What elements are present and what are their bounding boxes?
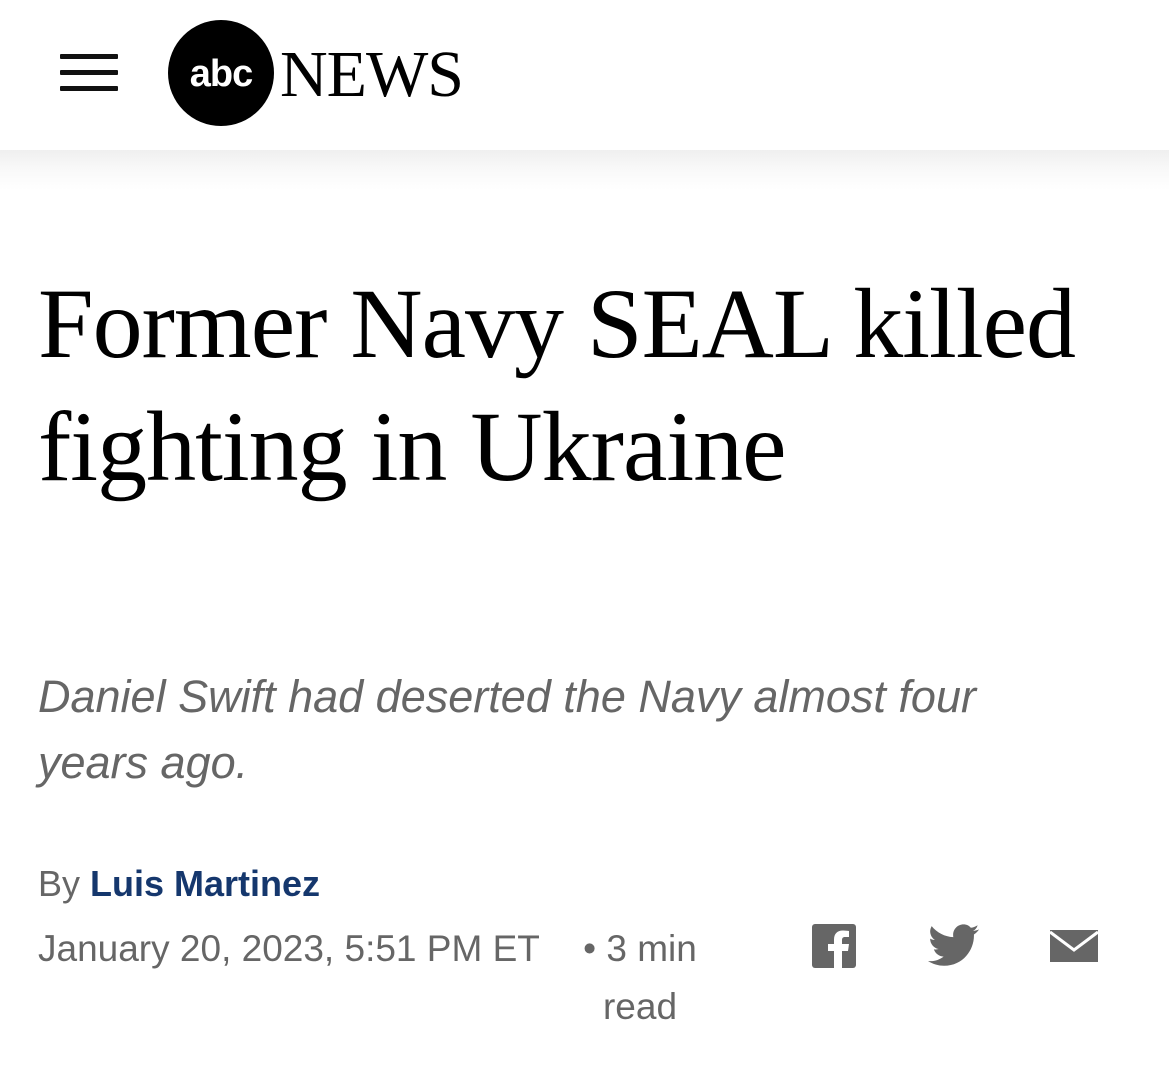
publish-date: January 20, 2023, 5:51 PM ET xyxy=(38,928,540,969)
author-link[interactable]: Luis Martinez xyxy=(90,863,320,904)
twitter-icon xyxy=(928,924,980,966)
hamburger-bar xyxy=(60,54,118,59)
hamburger-bar xyxy=(60,70,118,75)
read-time: • 3 min read xyxy=(583,928,697,1027)
logo-news-text: NEWS xyxy=(280,38,463,111)
facebook-share-button[interactable] xyxy=(812,924,856,968)
hamburger-bar xyxy=(60,86,118,91)
article-subheadline: Daniel Swift had deserted the Navy almos… xyxy=(38,671,976,788)
article-headline: Former Navy SEAL killed fighting in Ukra… xyxy=(38,268,1076,502)
email-share-button[interactable] xyxy=(1048,924,1100,968)
facebook-icon xyxy=(812,924,856,968)
logo-abc-text: abc xyxy=(190,53,253,95)
site-header: abc NEWS xyxy=(0,0,1169,150)
byline: By Luis Martinez xyxy=(38,862,320,906)
menu-button[interactable] xyxy=(58,50,122,98)
byline-prefix: By xyxy=(38,863,81,904)
email-icon xyxy=(1049,930,1099,962)
header-shadow xyxy=(0,150,1169,190)
twitter-share-button[interactable] xyxy=(928,924,980,968)
abc-news-logo[interactable]: abc NEWS xyxy=(168,20,498,126)
